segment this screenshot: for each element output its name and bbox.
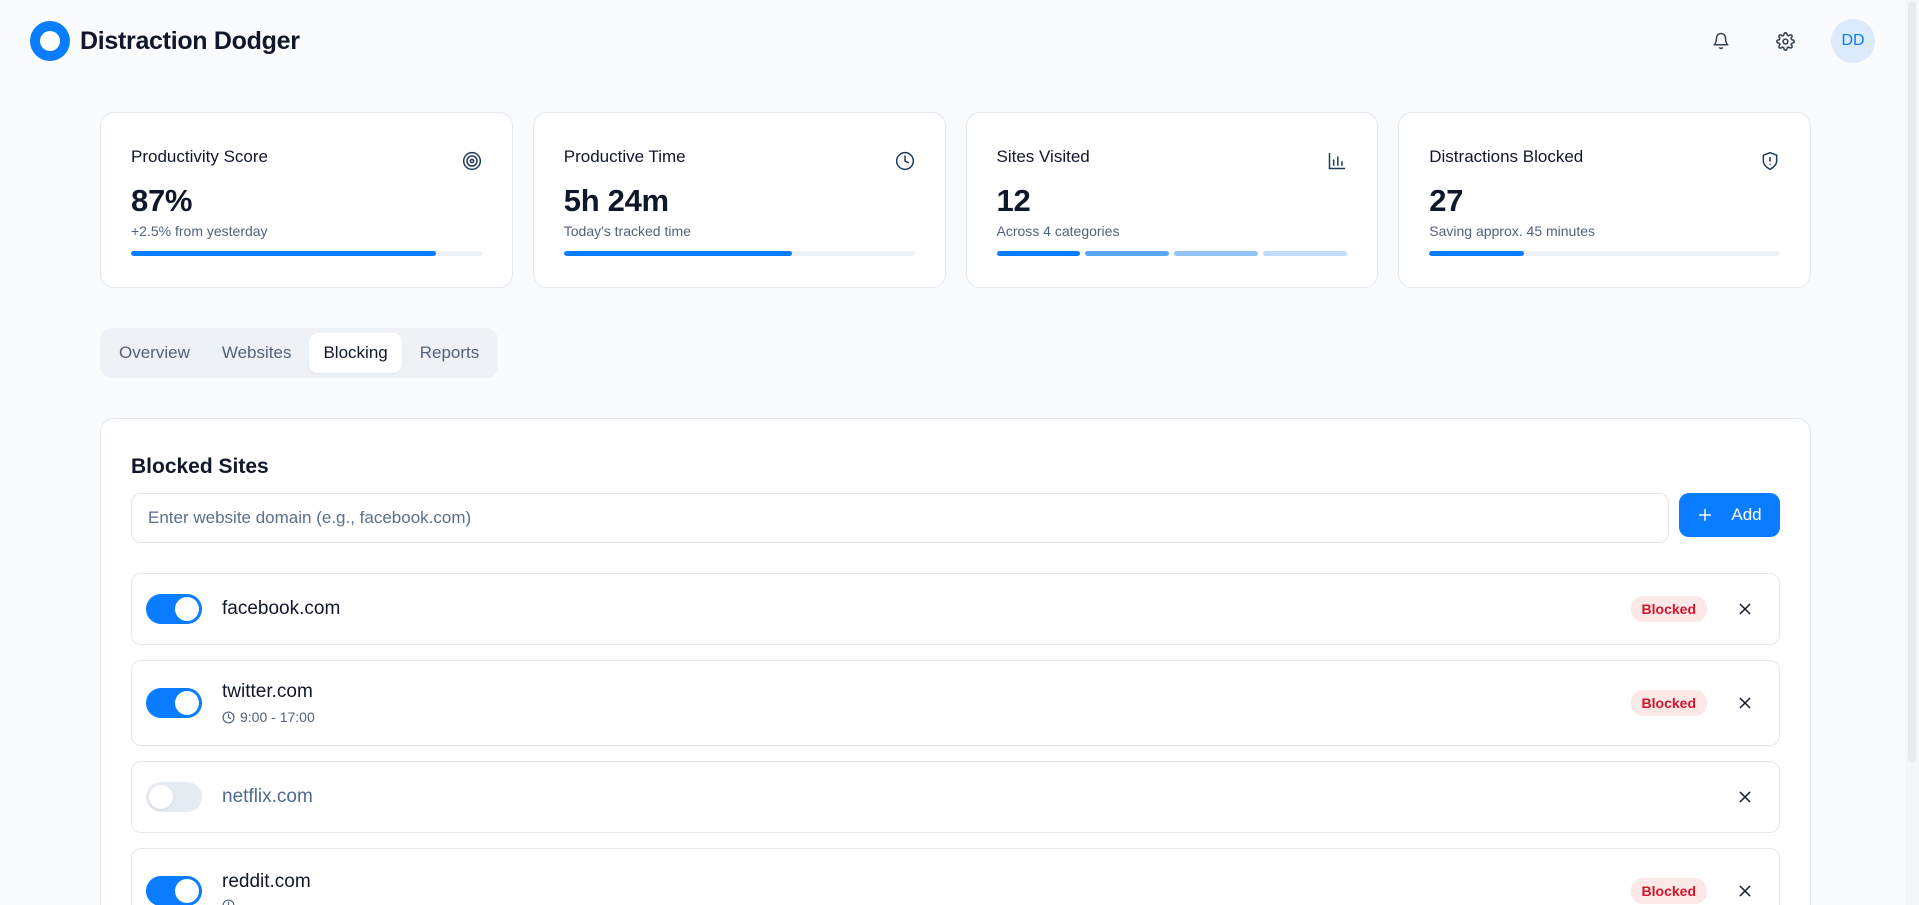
progress-bar	[563, 251, 915, 256]
site-toggle[interactable]	[146, 688, 202, 718]
card-subtitle: +2.5% from yesterday	[131, 223, 268, 239]
site-row: twitter.com 9:00 - 17:00 Blocked	[131, 660, 1780, 746]
bar-chart-icon	[1329, 152, 1346, 170]
add-site-row: Add	[131, 493, 1780, 543]
avatar[interactable]: DD	[1831, 19, 1875, 63]
site-domain: reddit.com	[222, 870, 311, 892]
panel-title: Blocked Sites	[131, 455, 269, 478]
site-schedule: 9:00 - 17:00	[222, 709, 1631, 725]
card-title: Productivity Score	[131, 147, 268, 166]
app-name: Distraction Dodger	[80, 26, 300, 55]
clock-icon	[895, 151, 914, 171]
add-button-label: Add	[1731, 505, 1762, 524]
plus-icon	[1699, 508, 1712, 522]
card-subtitle: Across 4 categories	[996, 223, 1120, 239]
card-value: 27	[1429, 183, 1464, 218]
category-segment	[1174, 251, 1259, 256]
remove-site-button[interactable]	[1731, 595, 1759, 623]
site-domain: twitter.com	[222, 681, 313, 702]
tab-overview[interactable]: Overview	[105, 333, 204, 373]
status-badge: Blocked	[1630, 596, 1707, 622]
card-title: Productive Time	[563, 147, 686, 166]
distractions-blocked-card: Distractions Blocked 27 Saving approx. 4…	[1398, 112, 1811, 288]
progress-bar	[131, 251, 482, 256]
category-segment	[1263, 251, 1348, 256]
site-toggle[interactable]	[146, 782, 202, 812]
stats-cards: Productivity Score 87% +2.5% from yester…	[100, 112, 1811, 288]
tab-bar: Overview Websites Blocking Reports	[100, 328, 499, 378]
site-schedule	[222, 898, 1631, 905]
card-value: 87%	[131, 183, 193, 218]
site-row: netflix.com	[131, 761, 1780, 833]
blocked-sites-panel: Blocked Sites Add facebook.com Blocked	[100, 418, 1811, 905]
site-row: facebook.com Blocked	[131, 573, 1780, 645]
clock-icon	[222, 898, 235, 905]
progress-fill	[1429, 251, 1524, 256]
progress-bar	[1429, 251, 1780, 256]
card-subtitle: Today's tracked time	[563, 223, 691, 239]
site-toggle[interactable]	[146, 876, 202, 905]
bell-icon	[1713, 32, 1729, 50]
clock-icon	[222, 710, 235, 724]
settings-button[interactable]	[1763, 19, 1807, 63]
close-icon	[1739, 603, 1751, 615]
target-icon	[462, 151, 481, 171]
card-subtitle: Saving approx. 45 minutes	[1429, 223, 1596, 239]
schedule-time: 9:00 - 17:00	[240, 709, 315, 725]
tab-websites[interactable]: Websites	[208, 333, 306, 373]
sites-visited-card: Sites Visited 12 Across 4 categories	[965, 112, 1379, 288]
page-scrollbar[interactable]	[1905, 0, 1919, 905]
card-title: Distractions Blocked	[1429, 147, 1584, 166]
status-badge: Blocked	[1630, 878, 1707, 904]
site-toggle[interactable]	[146, 594, 202, 624]
remove-site-button[interactable]	[1731, 689, 1759, 717]
progress-fill	[563, 251, 792, 256]
close-icon	[1739, 791, 1751, 803]
card-title: Sites Visited	[996, 147, 1090, 166]
domain-input[interactable]	[131, 493, 1669, 543]
remove-site-button[interactable]	[1731, 783, 1759, 811]
scrollbar-thumb[interactable]	[1908, 2, 1916, 762]
add-site-button[interactable]: Add	[1679, 493, 1780, 537]
tab-blocking[interactable]: Blocking	[309, 333, 402, 373]
progress-fill	[131, 251, 437, 256]
productivity-score-card: Productivity Score 87% +2.5% from yester…	[100, 112, 513, 288]
blocked-sites-list: facebook.com Blocked twitter.com 9:00 - …	[131, 573, 1780, 905]
productive-time-card: Productive Time 5h 24m Today's tracked t…	[532, 112, 946, 288]
card-value: 5h 24m	[563, 183, 669, 218]
site-domain: netflix.com	[222, 786, 313, 807]
site-row: reddit.com Blocked	[131, 848, 1780, 905]
notifications-button[interactable]	[1699, 19, 1743, 63]
close-icon	[1739, 697, 1751, 709]
close-icon	[1739, 885, 1751, 897]
header-actions: DD	[1699, 19, 1875, 63]
brand[interactable]: Distraction Dodger	[30, 21, 300, 61]
status-badge: Blocked	[1630, 690, 1707, 716]
top-header: Distraction Dodger DD	[0, 0, 1905, 82]
card-value: 12	[996, 183, 1031, 218]
app-logo	[30, 21, 70, 61]
tab-reports[interactable]: Reports	[406, 333, 494, 373]
category-segment	[996, 251, 1081, 256]
shield-icon	[1762, 151, 1778, 171]
remove-site-button[interactable]	[1731, 877, 1759, 905]
site-domain: facebook.com	[222, 598, 341, 619]
page: Distraction Dodger DD Productivity Score	[0, 0, 1919, 905]
category-segment	[1085, 251, 1170, 256]
category-segments	[996, 251, 1348, 256]
gear-icon	[1775, 31, 1795, 51]
